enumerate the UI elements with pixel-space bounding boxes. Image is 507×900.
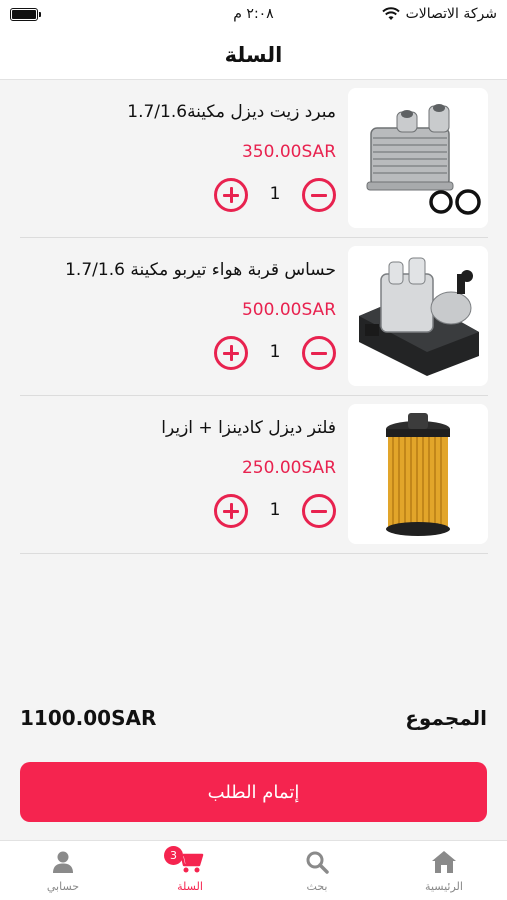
quantity-stepper: 1 [214, 336, 336, 370]
tab-account[interactable]: حسابي [0, 841, 126, 900]
item-name: فلتر ديزل كادينزا + ازيرا [161, 418, 336, 438]
total-label: المجموع [405, 706, 487, 730]
tab-search[interactable]: بحث [254, 841, 380, 900]
quantity-value: 1 [269, 184, 281, 204]
increase-quantity-button[interactable] [214, 494, 248, 528]
page-header: السلة [0, 30, 507, 80]
user-icon [53, 851, 73, 873]
quantity-stepper: 1 [214, 178, 336, 212]
cart-item: فلتر ديزل كادينزا + ازيرا 250.00SAR 1 [20, 396, 488, 554]
quantity-value: 1 [269, 500, 281, 520]
decrease-quantity-button[interactable] [302, 178, 336, 212]
quantity-stepper: 1 [214, 494, 336, 528]
turbo-actuator-icon [348, 246, 488, 386]
tab-home-label: الرئيسية [425, 880, 463, 893]
tab-home[interactable]: الرئيسية [381, 841, 507, 900]
status-bar: شركة الاتصالات ٢:٠٨ م [0, 0, 507, 30]
checkout-button-label: إتمام الطلب [207, 781, 300, 803]
oil-cooler-icon [348, 88, 488, 228]
increase-quantity-button[interactable] [214, 178, 248, 212]
battery-icon [10, 8, 41, 21]
item-name: مبرد زيت ديزل مكينة1.7/1.6 [127, 102, 336, 122]
fuel-filter-icon [348, 404, 488, 544]
total-value: 1100.00SAR [20, 706, 157, 730]
decrease-quantity-button[interactable] [302, 494, 336, 528]
cart-item: مبرد زيت ديزل مكينة1.7/1.6 350.00SAR 1 [20, 80, 488, 238]
item-price: 350.00SAR [241, 142, 336, 162]
tab-search-label: بحث [306, 880, 328, 893]
decrease-quantity-button[interactable] [302, 336, 336, 370]
cart-count-badge: 3 [164, 846, 183, 865]
tab-cart[interactable]: 3 السلة [127, 841, 253, 900]
page-title: السلة [224, 42, 283, 67]
cart-item: حساس قربة هواء تيربو مكينة 1.7/1.6 500.0… [20, 238, 488, 396]
search-icon [306, 851, 329, 874]
item-name: حساس قربة هواء تيربو مكينة 1.7/1.6 [65, 260, 336, 280]
tab-bar: الرئيسية بحث 3 السلة حسابي [0, 840, 507, 900]
tab-cart-label: السلة [177, 880, 203, 893]
home-icon [432, 851, 456, 873]
item-price: 500.00SAR [241, 300, 336, 320]
item-price: 250.00SAR [241, 458, 336, 478]
checkout-button[interactable]: إتمام الطلب [20, 762, 487, 822]
increase-quantity-button[interactable] [214, 336, 248, 370]
tab-account-label: حسابي [46, 880, 80, 893]
quantity-value: 1 [269, 342, 281, 362]
status-time: ٢:٠٨ م [233, 6, 274, 22]
